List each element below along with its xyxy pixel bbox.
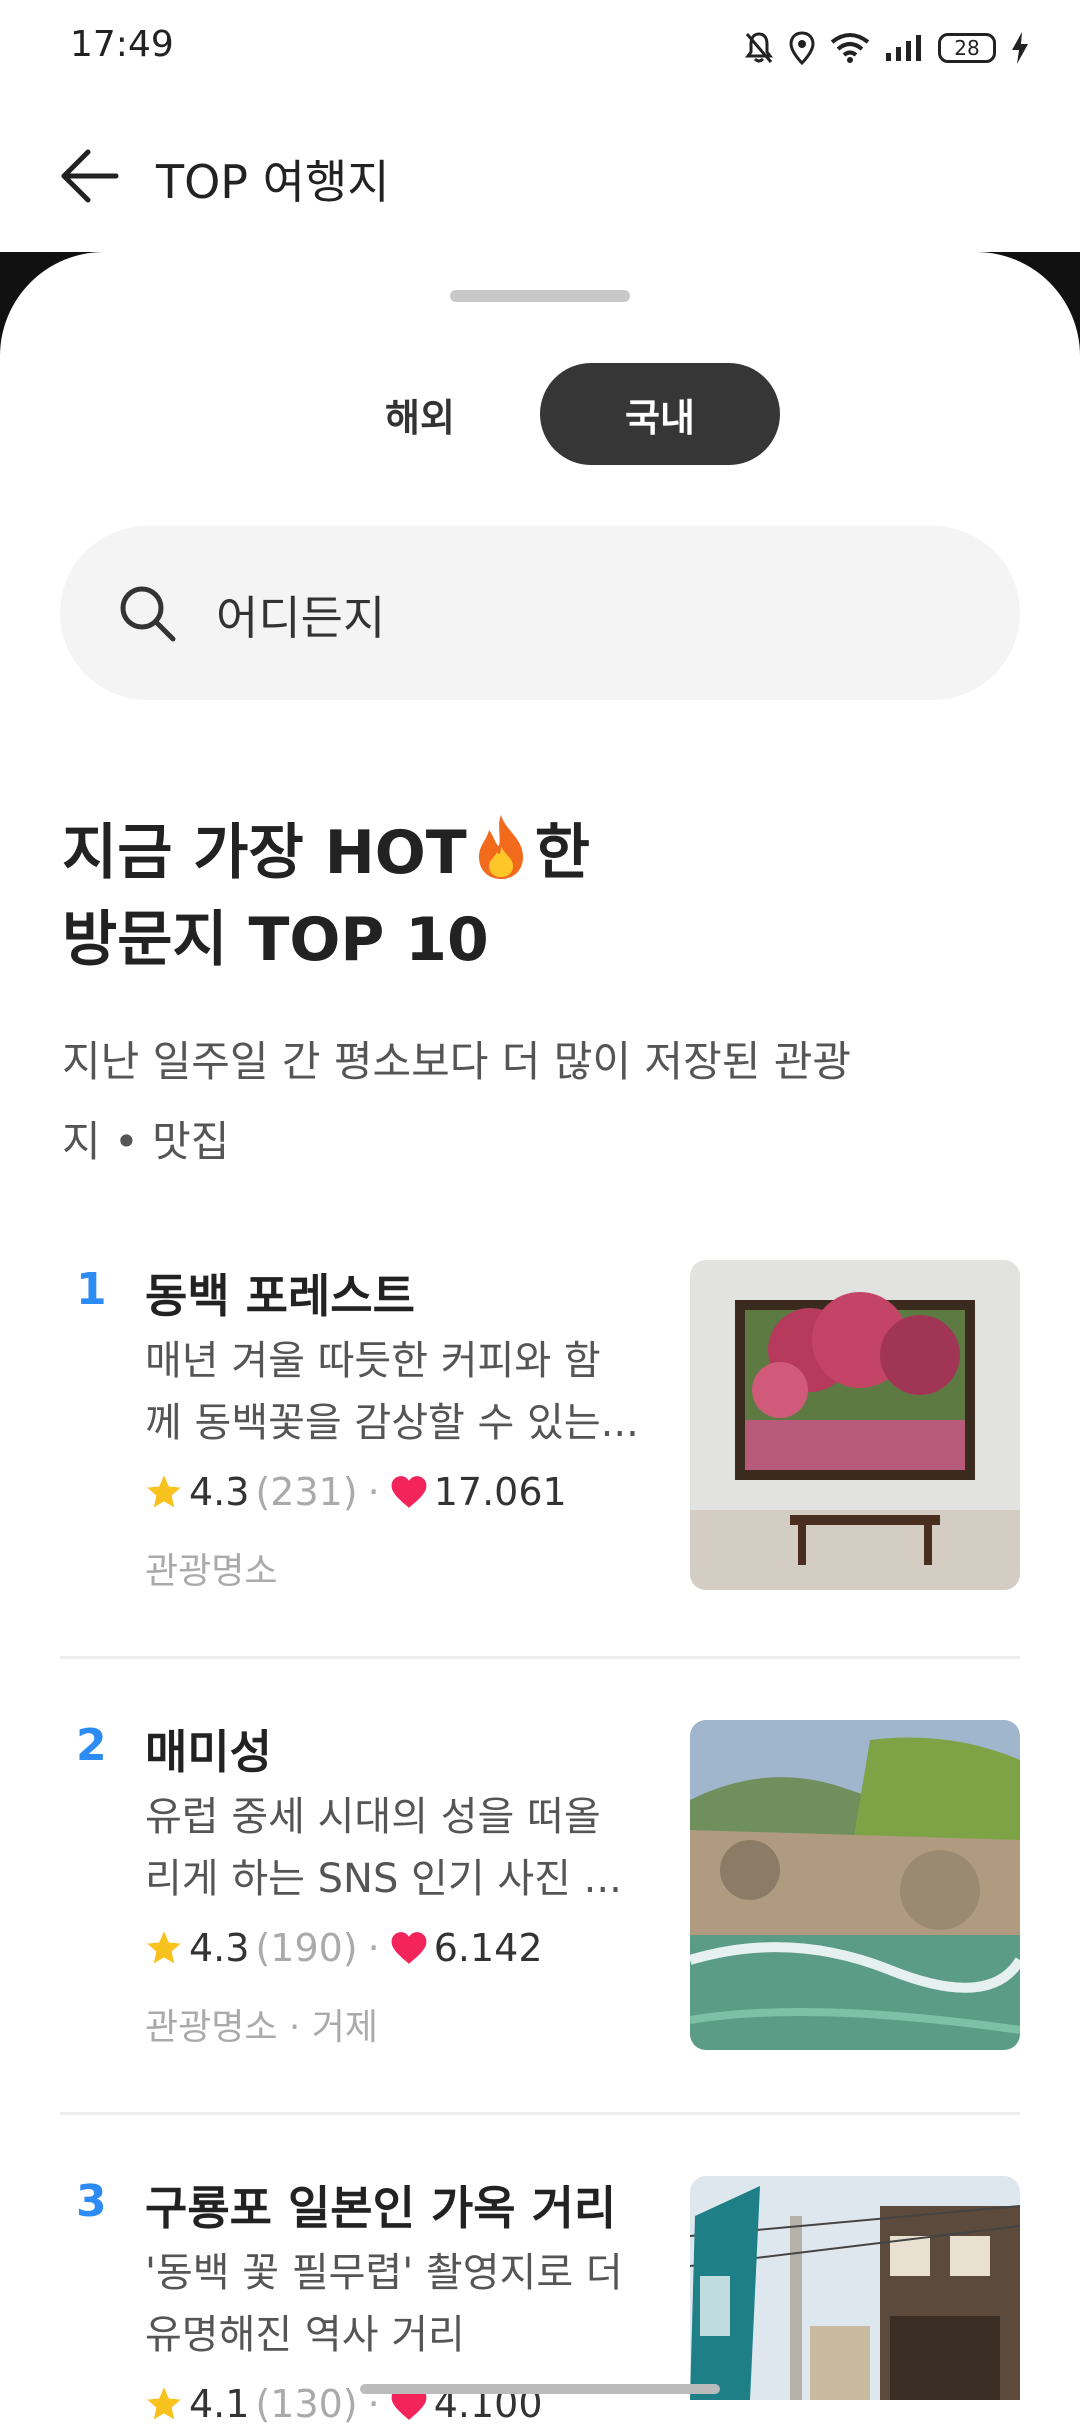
search-input[interactable]: 어디든지 — [60, 526, 1020, 700]
battery-icon: 28 — [938, 33, 996, 63]
list-item[interactable]: 1 동백 포레스트 매년 겨울 따듯한 커피와 함 께 동백꽃을 감상할 수 있… — [0, 1260, 1080, 1620]
heart-icon — [391, 1932, 427, 1964]
star-icon — [147, 1475, 181, 1508]
signal-icon — [884, 33, 924, 63]
rank-number: 2 — [76, 1720, 107, 1771]
separator-dot: · — [367, 1926, 380, 1970]
app-bar: TOP 여행지 — [0, 96, 1080, 252]
description-line: 리게 하는 SNS 인기 사진 ... — [145, 1856, 622, 1902]
likes-count: 17.061 — [433, 1470, 567, 1514]
thumbnail-image[interactable] — [690, 1720, 1020, 2050]
review-count: (130) — [255, 2382, 358, 2426]
subtitle-line2: 지 • 맛집 — [62, 1117, 230, 1166]
description-line: 유럽 중세 시대의 성을 떠올 — [145, 1794, 601, 1840]
section-title-line2: 방문지 TOP 10 — [62, 905, 489, 975]
place-description: 유럽 중세 시대의 성을 떠올 리게 하는 SNS 인기 사진 ... — [145, 1786, 645, 1910]
description-line: '동백 꽃 필무렵' 촬영지로 더 — [145, 2250, 623, 2296]
wifi-icon — [830, 32, 870, 64]
place-name: 매미성 — [145, 1725, 272, 1779]
list-item[interactable]: 2 매미성 유럽 중세 시대의 성을 떠올 리게 하는 SNS 인기 사진 ..… — [0, 1716, 1080, 2076]
rating-value: 4.3 — [189, 1926, 250, 1970]
location-icon — [788, 31, 816, 65]
section-subtitle: 지난 일주일 간 평소보다 더 많이 저장된 관광 지 • 맛집 — [62, 1022, 962, 1182]
rating-value: 4.3 — [189, 1470, 250, 1514]
search-placeholder: 어디든지 — [216, 591, 386, 645]
description-line: 께 동백꽃을 감상할 수 있는... — [145, 1400, 639, 1446]
bell-off-icon — [744, 31, 774, 65]
section-title-part1: 지금 가장 HOT — [62, 818, 467, 889]
likes-count: 6.142 — [433, 1926, 543, 1970]
description-line: 매년 겨울 따듯한 커피와 함 — [145, 1338, 601, 1384]
status-bar: 17:49 28 — [0, 0, 1080, 96]
rating-row: 4.3 (190) · 6.142 — [145, 1926, 543, 1970]
category-label: 관광명소 — [145, 1551, 278, 1592]
star-icon — [147, 1931, 181, 1964]
place-name: 동백 포레스트 — [145, 1269, 415, 1323]
tab-domestic[interactable]: 국내 — [540, 363, 780, 465]
rating-row: 4.3 (231) · 17.061 — [145, 1470, 567, 1514]
section-title: 지금 가장 HOT 한 방문지 TOP 10 — [62, 812, 590, 979]
thumbnail-image[interactable] — [690, 2176, 1020, 2400]
tab-overseas[interactable]: 해외 — [338, 363, 502, 465]
search-icon — [118, 584, 178, 648]
section-title-part2: 한 — [534, 818, 590, 889]
place-name: 구룡포 일본인 가옥 거리 — [145, 2181, 617, 2235]
drag-handle[interactable] — [450, 290, 630, 302]
rank-number: 3 — [76, 2176, 107, 2227]
separator-dot: · — [367, 1470, 380, 1514]
arrow-left-icon — [61, 149, 119, 203]
list-item[interactable]: 3 구룡포 일본인 가옥 거리 '동백 꽃 필무렵' 촬영지로 더 유명해진 역… — [0, 2172, 1080, 2426]
home-indicator[interactable] — [360, 2384, 720, 2394]
heart-icon — [391, 1476, 427, 1508]
rank-number: 1 — [76, 1264, 107, 1315]
fire-icon — [471, 812, 531, 901]
category-label: 관광명소 · 거제 — [145, 2007, 379, 2048]
status-icons: 28 — [744, 26, 1030, 70]
divider — [60, 2112, 1020, 2115]
star-icon — [147, 2387, 181, 2420]
subtitle-line1: 지난 일주일 간 평소보다 더 많이 저장된 관광 — [62, 1037, 851, 1086]
place-description: 매년 겨울 따듯한 커피와 함 께 동백꽃을 감상할 수 있는... — [145, 1330, 645, 1454]
status-time: 17:49 — [70, 24, 174, 65]
review-count: (231) — [255, 1470, 358, 1514]
review-count: (190) — [255, 1926, 358, 1970]
page-title: TOP 여행지 — [156, 155, 390, 209]
charging-icon — [1010, 31, 1030, 65]
divider — [60, 1656, 1020, 1659]
thumbnail-image[interactable] — [690, 1260, 1020, 1590]
back-button[interactable] — [50, 136, 130, 216]
place-description: '동백 꽃 필무렵' 촬영지로 더 유명해진 역사 거리 — [145, 2242, 665, 2366]
rating-value: 4.1 — [189, 2382, 250, 2426]
description-line: 유명해진 역사 거리 — [145, 2312, 465, 2358]
